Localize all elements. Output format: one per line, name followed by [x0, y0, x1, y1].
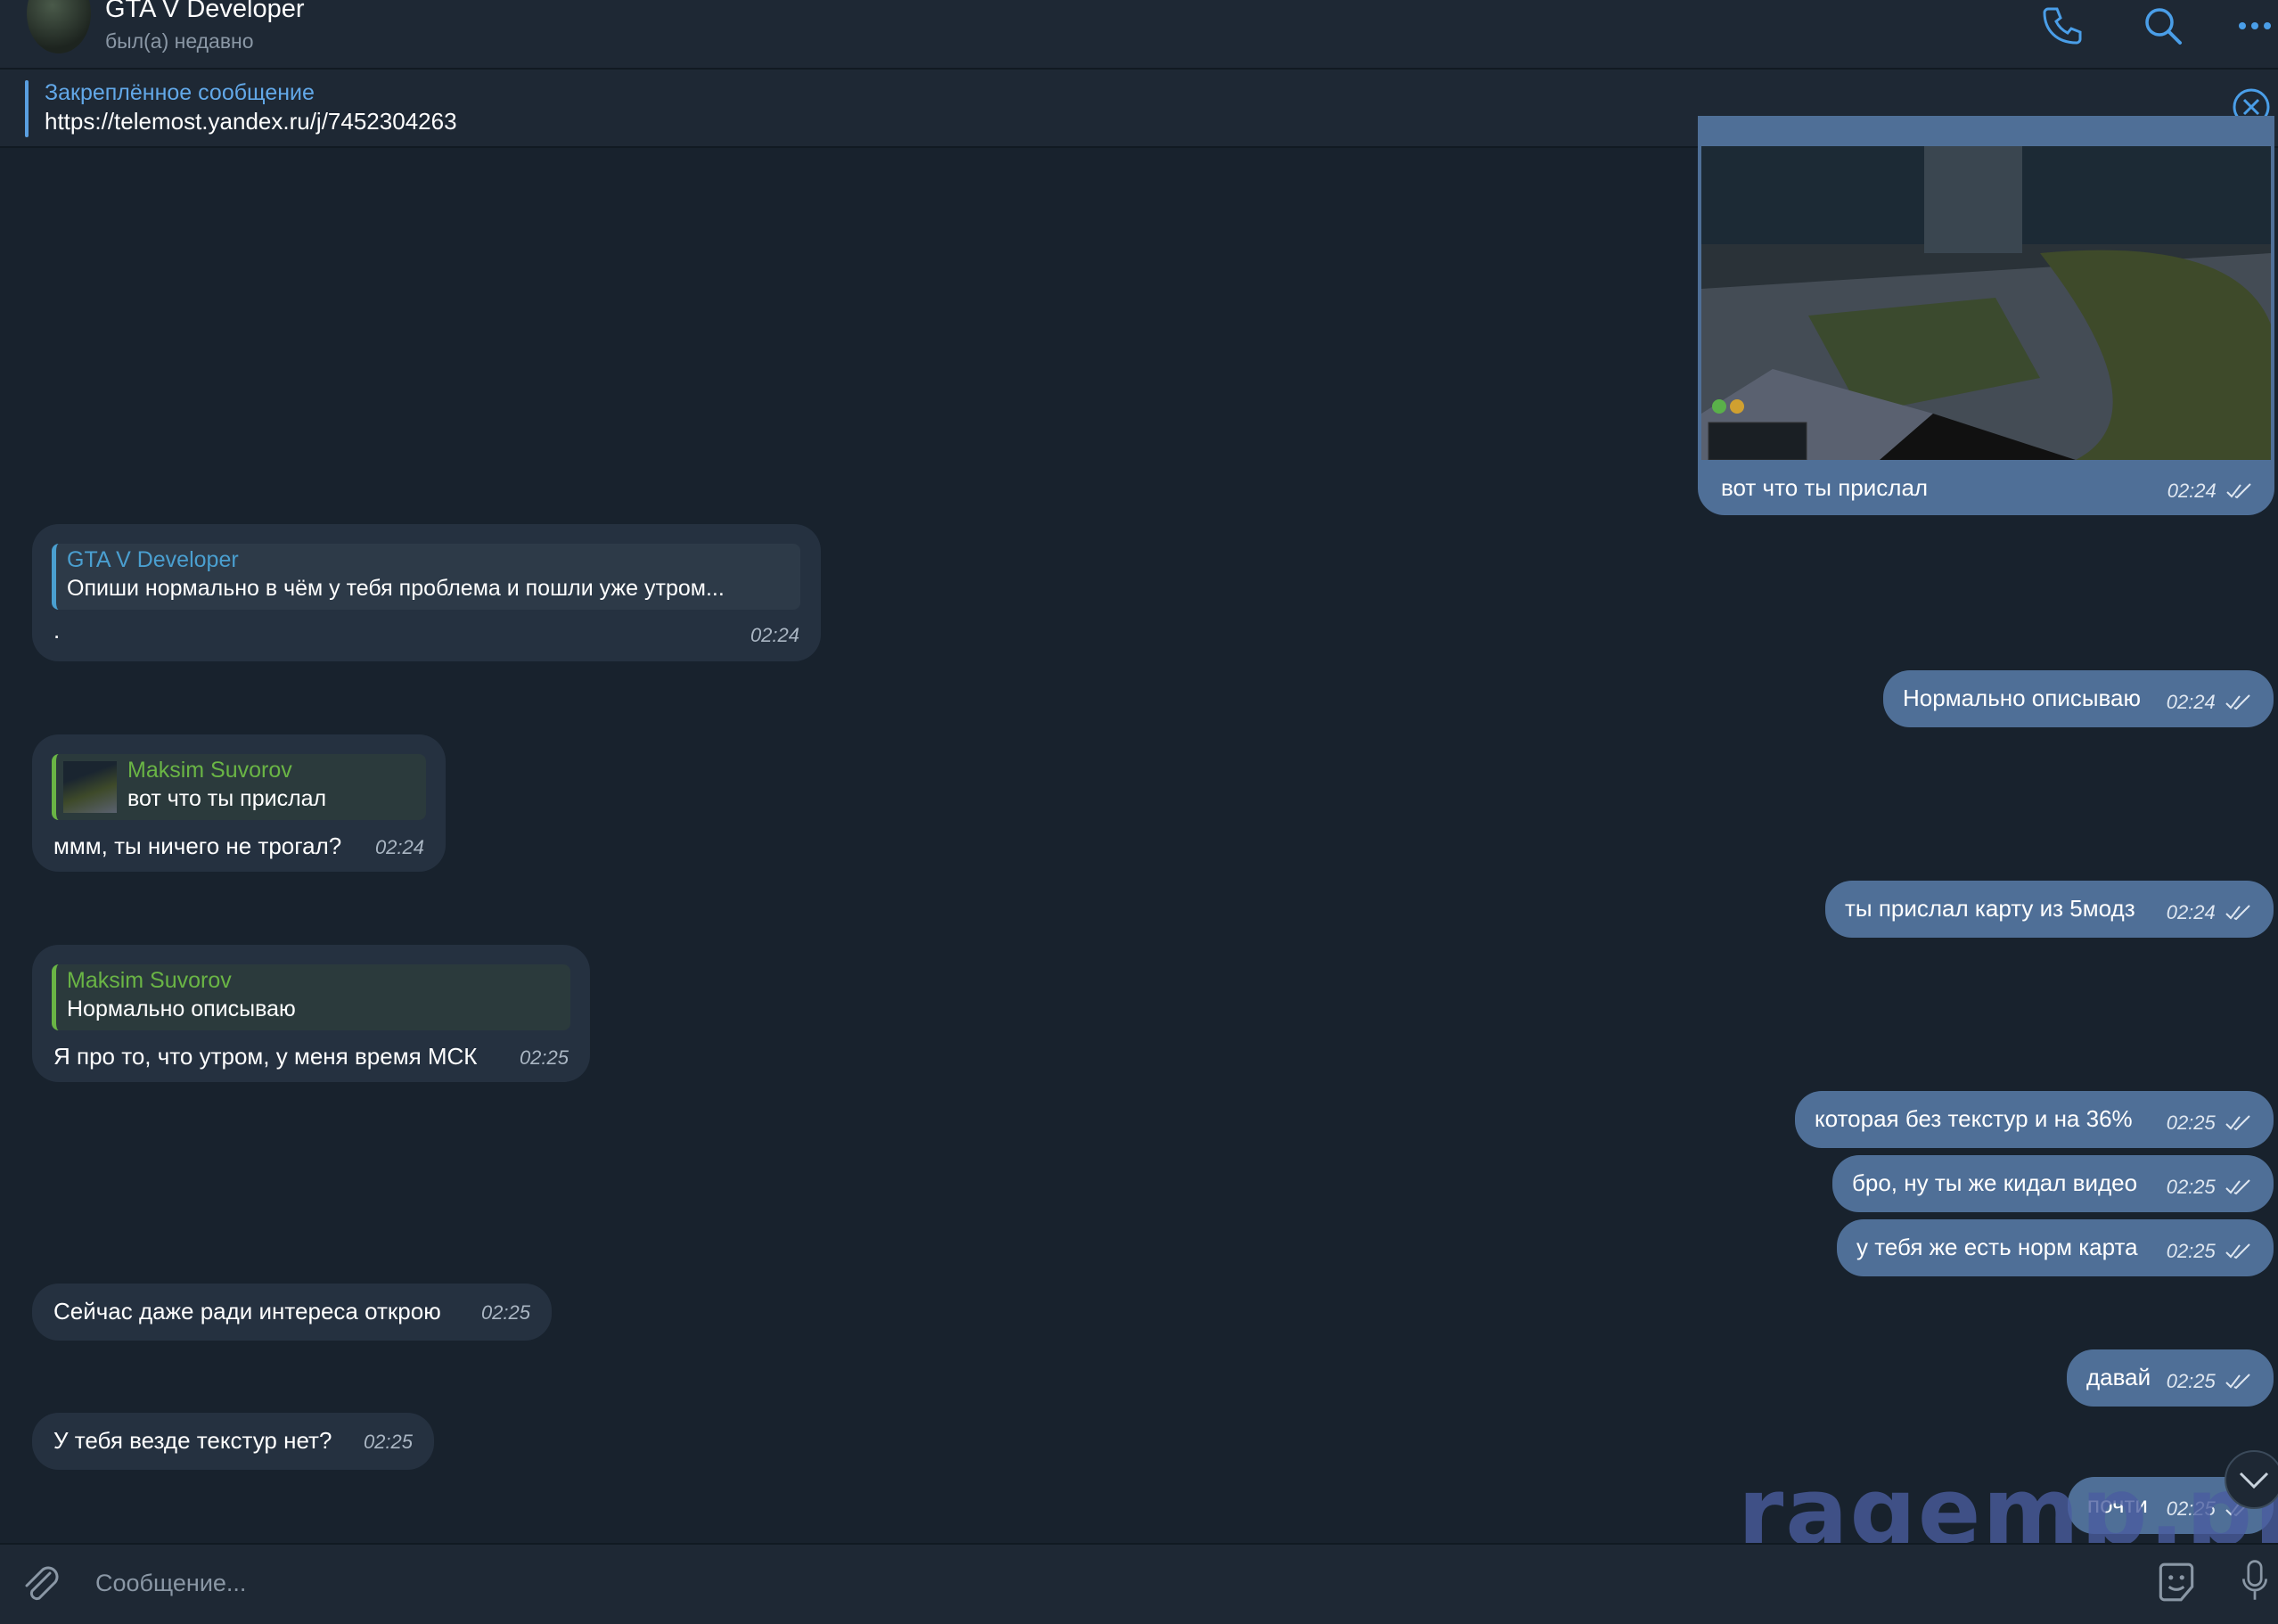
double-check-icon: [2225, 694, 2250, 710]
message-time: 02:25: [519, 1046, 569, 1069]
message-time: 02:24: [2167, 480, 2217, 502]
message-text: у тебя же есть норм карта: [1856, 1234, 2138, 1260]
media-image[interactable]: [1701, 146, 2271, 460]
message-text: Сейчас даже ради интереса открою: [53, 1298, 441, 1325]
search-icon[interactable]: [2141, 4, 2185, 48]
message-time: 02:25: [363, 1431, 413, 1453]
message-time: 02:25: [2166, 1111, 2216, 1134]
chat-title[interactable]: GTA V Developer: [105, 0, 305, 24]
message-time: 02:24: [2166, 901, 2216, 923]
reply-preview[interactable]: GTA V Developer Опиши нормально в чём у …: [52, 544, 800, 610]
message-bubble-in[interactable]: Maksim Suvorov вот что ты прислал ммм, т…: [32, 734, 446, 872]
message-bubble-out[interactable]: давай 02:25: [2067, 1349, 2274, 1407]
message-text: ты прислал карту из 5модз: [1845, 895, 2135, 922]
message-bubble-out[interactable]: бро, ну ты же кидал видео 02:25: [1832, 1155, 2274, 1212]
message-time: 02:24: [374, 836, 424, 858]
message-meta: 02:25: [2167, 1172, 2252, 1200]
message-bubble-out[interactable]: Нормально описываю 02:24: [1883, 670, 2274, 727]
double-check-icon: [2225, 1179, 2250, 1195]
reply-text: вот что ты прислал: [127, 786, 327, 811]
message-time: 02:25: [2166, 1240, 2216, 1262]
message-bubble-in[interactable]: Maksim Suvorov Нормально описываю Я про …: [32, 945, 590, 1082]
pinned-link[interactable]: https://telemost.yandex.ru/j/7452304263: [45, 108, 457, 135]
chat-status: был(а) недавно: [105, 29, 254, 53]
message-text: вот что ты прислал: [1721, 474, 1929, 501]
double-check-icon: [2226, 483, 2251, 499]
double-check-icon: [2225, 1115, 2250, 1131]
paperclip-icon[interactable]: [18, 1561, 62, 1605]
message-text: бро, ну ты же кидал видео: [1852, 1169, 2138, 1196]
double-check-icon: [2225, 1374, 2250, 1390]
message-composer: [0, 1543, 2278, 1624]
message-text: ммм, ты ничего не трогал?: [53, 833, 342, 859]
message-meta: 02:24: [2167, 898, 2252, 925]
reply-text: Нормально описываю: [67, 997, 296, 1021]
message-text: .: [53, 617, 61, 644]
chat-header: GTA V Developer был(а) недавно: [0, 0, 2278, 70]
microphone-icon[interactable]: [2239, 1555, 2271, 1609]
message-time: 02:25: [480, 1301, 530, 1324]
message-bubble-in[interactable]: Сейчас даже ради интереса открою 02:25: [32, 1284, 552, 1341]
scroll-down-button[interactable]: [2223, 1448, 2278, 1511]
message-bubble-out[interactable]: ты прислал карту из 5модз 02:24: [1825, 881, 2274, 938]
message-time: 02:24: [750, 624, 799, 646]
message-meta: 02:25: [2167, 1108, 2252, 1136]
message-input[interactable]: [94, 1555, 2058, 1611]
message-text: Я про то, что утром, у меня время МСК: [53, 1043, 478, 1070]
reply-preview[interactable]: Maksim Suvorov вот что ты прислал: [52, 754, 426, 820]
reply-author: Maksim Suvorov: [67, 968, 232, 993]
gta-map-screenshot: [1701, 146, 2271, 460]
avatar[interactable]: [27, 0, 91, 53]
more-icon[interactable]: [2235, 4, 2278, 48]
message-meta: 02:24: [2167, 687, 2252, 715]
message-bubble-in[interactable]: GTA V Developer Опиши нормально в чём у …: [32, 524, 821, 661]
message-bubble-out[interactable]: у тебя же есть норм карта 02:25: [1837, 1219, 2274, 1276]
message-bubble-out[interactable]: которая без текстур и на 36% 02:25: [1795, 1091, 2274, 1148]
message-text: давай: [2086, 1364, 2151, 1390]
reply-preview[interactable]: Maksim Suvorov Нормально описываю: [52, 964, 570, 1030]
double-check-icon: [2225, 1243, 2250, 1259]
reply-author: Maksim Suvorov: [127, 758, 292, 783]
reply-text: Опиши нормально в чём у тебя проблема и …: [67, 576, 725, 601]
reply-author: GTA V Developer: [67, 547, 239, 572]
message-bubble-in[interactable]: У тебя везде текстур нет? 02:25: [32, 1413, 434, 1470]
message-time: 02:24: [2166, 691, 2216, 713]
message-text: которая без текстур и на 36%: [1815, 1105, 2133, 1132]
message-text: Нормально описываю: [1903, 685, 2142, 711]
message-time: 02:25: [2166, 1370, 2216, 1392]
message-meta: 02:24: [2167, 476, 2253, 504]
reply-thumbnail: [63, 761, 117, 813]
double-check-icon: [2225, 905, 2250, 921]
message-meta: 02:25: [2167, 1236, 2252, 1264]
message-time: 02:25: [2166, 1176, 2216, 1198]
pinned-label: Закреплённое сообщение: [45, 80, 315, 105]
message-meta: 02:25: [2167, 1366, 2252, 1394]
message-text: У тебя везде текстур нет?: [53, 1427, 332, 1454]
pin-indicator: [25, 80, 29, 137]
sticker-icon[interactable]: [2153, 1559, 2200, 1605]
phone-icon[interactable]: [2039, 4, 2084, 48]
message-bubble-out[interactable]: вот что ты прислал 02:24: [1698, 116, 2274, 515]
